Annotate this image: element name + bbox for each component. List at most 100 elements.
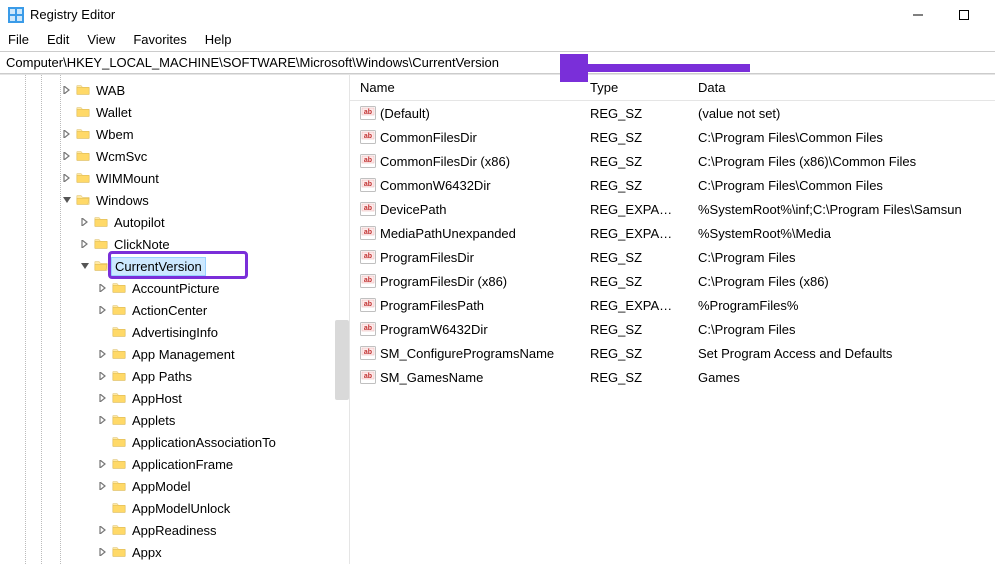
value-name: DevicePath (380, 202, 446, 217)
list-row[interactable]: abProgramW6432DirREG_SZC:\Program Files (350, 317, 995, 341)
string-value-icon: ab (360, 321, 376, 337)
string-value-icon: ab (360, 153, 376, 169)
scrollbar-thumb[interactable] (335, 320, 349, 400)
maximize-button[interactable] (941, 0, 987, 30)
list-row[interactable]: abCommonFilesDirREG_SZC:\Program Files\C… (350, 125, 995, 149)
string-value-icon: ab (360, 249, 376, 265)
tree-panel: WAB WalletWbemWcmSvcWIMMount Windows Autop… (0, 75, 350, 564)
folder-icon (92, 259, 110, 273)
chevron-right-icon[interactable] (96, 526, 110, 534)
menu-help[interactable]: Help (205, 32, 232, 47)
tree-item-label: Appx (130, 545, 162, 560)
tree-item-wbem[interactable]: Wbem (0, 123, 349, 145)
menu-favorites[interactable]: Favorites (133, 32, 186, 47)
list-row[interactable]: abCommonW6432DirREG_SZC:\Program Files\C… (350, 173, 995, 197)
chevron-right-icon[interactable] (60, 174, 74, 182)
folder-icon (110, 281, 128, 295)
tree-item-windows[interactable]: Windows (0, 189, 349, 211)
tree-item-apphost[interactable]: AppHost (0, 387, 349, 409)
chevron-right-icon[interactable] (96, 460, 110, 468)
string-value-icon: ab (360, 345, 376, 361)
chevron-right-icon[interactable] (60, 130, 74, 138)
tree-item-wallet[interactable]: Wallet (0, 101, 349, 123)
tree-item-appmodelunlock[interactable]: AppModelUnlock (0, 497, 349, 519)
tree-item-label: Applets (130, 413, 175, 428)
tree-item-accountpicture[interactable]: AccountPicture (0, 277, 349, 299)
menu-view[interactable]: View (87, 32, 115, 47)
value-name-cell: abProgramFilesPath (350, 297, 580, 313)
chevron-down-icon[interactable] (60, 196, 74, 204)
list-row[interactable]: abProgramFilesPathREG_EXPAN...%ProgramFi… (350, 293, 995, 317)
list-row[interactable]: abDevicePathREG_EXPAN...%SystemRoot%\inf… (350, 197, 995, 221)
tree-item-label: Windows (94, 193, 149, 208)
menu-edit[interactable]: Edit (47, 32, 69, 47)
chevron-right-icon[interactable] (96, 394, 110, 402)
tree-item-applicationframe[interactable]: ApplicationFrame (0, 453, 349, 475)
list-row[interactable]: abMediaPathUnexpandedREG_EXPAN...%System… (350, 221, 995, 245)
tree[interactable]: WAB WalletWbemWcmSvcWIMMount Windows Autop… (0, 79, 349, 563)
tree-item-clicknote[interactable]: ClickNote (0, 233, 349, 255)
tree-item-wab[interactable]: WAB (0, 79, 349, 101)
value-data-cell: %ProgramFiles% (688, 298, 995, 313)
tree-item-currentversion[interactable]: CurrentVersion (0, 255, 349, 277)
chevron-right-icon[interactable] (60, 86, 74, 94)
svg-text:ab: ab (364, 157, 372, 164)
minimize-button[interactable] (895, 0, 941, 30)
chevron-right-icon[interactable] (96, 482, 110, 490)
column-name[interactable]: Name (350, 76, 580, 99)
value-name-cell: abProgramW6432Dir (350, 321, 580, 337)
tree-item-wimmount[interactable]: WIMMount (0, 167, 349, 189)
tree-item-app-paths[interactable]: App Paths (0, 365, 349, 387)
tree-item-wcmsvc[interactable]: WcmSvc (0, 145, 349, 167)
list-row[interactable]: abProgramFilesDir (x86)REG_SZC:\Program … (350, 269, 995, 293)
value-type-cell: REG_SZ (580, 274, 688, 289)
chevron-right-icon[interactable] (78, 240, 92, 248)
tree-item-advertisinginfo[interactable]: AdvertisingInfo (0, 321, 349, 343)
value-type-cell: REG_SZ (580, 154, 688, 169)
list-row[interactable]: abCommonFilesDir (x86)REG_SZC:\Program F… (350, 149, 995, 173)
chevron-right-icon[interactable] (96, 284, 110, 292)
value-name-cell: abProgramFilesDir (x86) (350, 273, 580, 289)
chevron-right-icon[interactable] (96, 350, 110, 358)
list-body: ab(Default)REG_SZ(value not set)abCommon… (350, 101, 995, 389)
tree-item-appx[interactable]: Appx (0, 541, 349, 563)
chevron-down-icon[interactable] (78, 262, 92, 270)
menu-file[interactable]: File (8, 32, 29, 47)
list-row[interactable]: abSM_ConfigureProgramsNameREG_SZSet Prog… (350, 341, 995, 365)
string-value-icon: ab (360, 297, 376, 313)
tree-item-app-management[interactable]: App Management (0, 343, 349, 365)
tree-item-applicationassociationto[interactable]: ApplicationAssociationTo (0, 431, 349, 453)
menubar: File Edit View Favorites Help (0, 30, 995, 51)
address-bar[interactable]: Computer\HKEY_LOCAL_MACHINE\SOFTWARE\Mic… (0, 51, 995, 74)
list-row[interactable]: abProgramFilesDirREG_SZC:\Program Files (350, 245, 995, 269)
list-row[interactable]: ab(Default)REG_SZ(value not set) (350, 101, 995, 125)
tree-item-actioncenter[interactable]: ActionCenter (0, 299, 349, 321)
tree-item-appmodel[interactable]: AppModel (0, 475, 349, 497)
chevron-right-icon[interactable] (96, 416, 110, 424)
chevron-right-icon[interactable] (96, 372, 110, 380)
folder-icon (74, 149, 92, 163)
chevron-right-icon[interactable] (96, 548, 110, 556)
value-data-cell: %SystemRoot%\Media (688, 226, 995, 241)
column-type[interactable]: Type (580, 76, 688, 99)
column-data[interactable]: Data (688, 76, 995, 99)
value-name: SM_ConfigureProgramsName (380, 346, 554, 361)
folder-icon (74, 83, 92, 97)
svg-text:ab: ab (364, 229, 372, 236)
folder-icon (110, 347, 128, 361)
value-name-cell: abDevicePath (350, 201, 580, 217)
tree-item-appreadiness[interactable]: AppReadiness (0, 519, 349, 541)
value-data-cell: C:\Program Files (x86)\Common Files (688, 154, 995, 169)
value-name-cell: abCommonFilesDir (350, 129, 580, 145)
svg-text:ab: ab (364, 325, 372, 332)
tree-item-applets[interactable]: Applets (0, 409, 349, 431)
chevron-right-icon[interactable] (60, 152, 74, 160)
value-type-cell: REG_SZ (580, 346, 688, 361)
string-value-icon: ab (360, 273, 376, 289)
value-data-cell: C:\Program Files (x86) (688, 274, 995, 289)
value-data-cell: C:\Program Files\Common Files (688, 130, 995, 145)
chevron-right-icon[interactable] (78, 218, 92, 226)
chevron-right-icon[interactable] (96, 306, 110, 314)
tree-item-autopilot[interactable]: Autopilot (0, 211, 349, 233)
list-row[interactable]: abSM_GamesNameREG_SZGames (350, 365, 995, 389)
